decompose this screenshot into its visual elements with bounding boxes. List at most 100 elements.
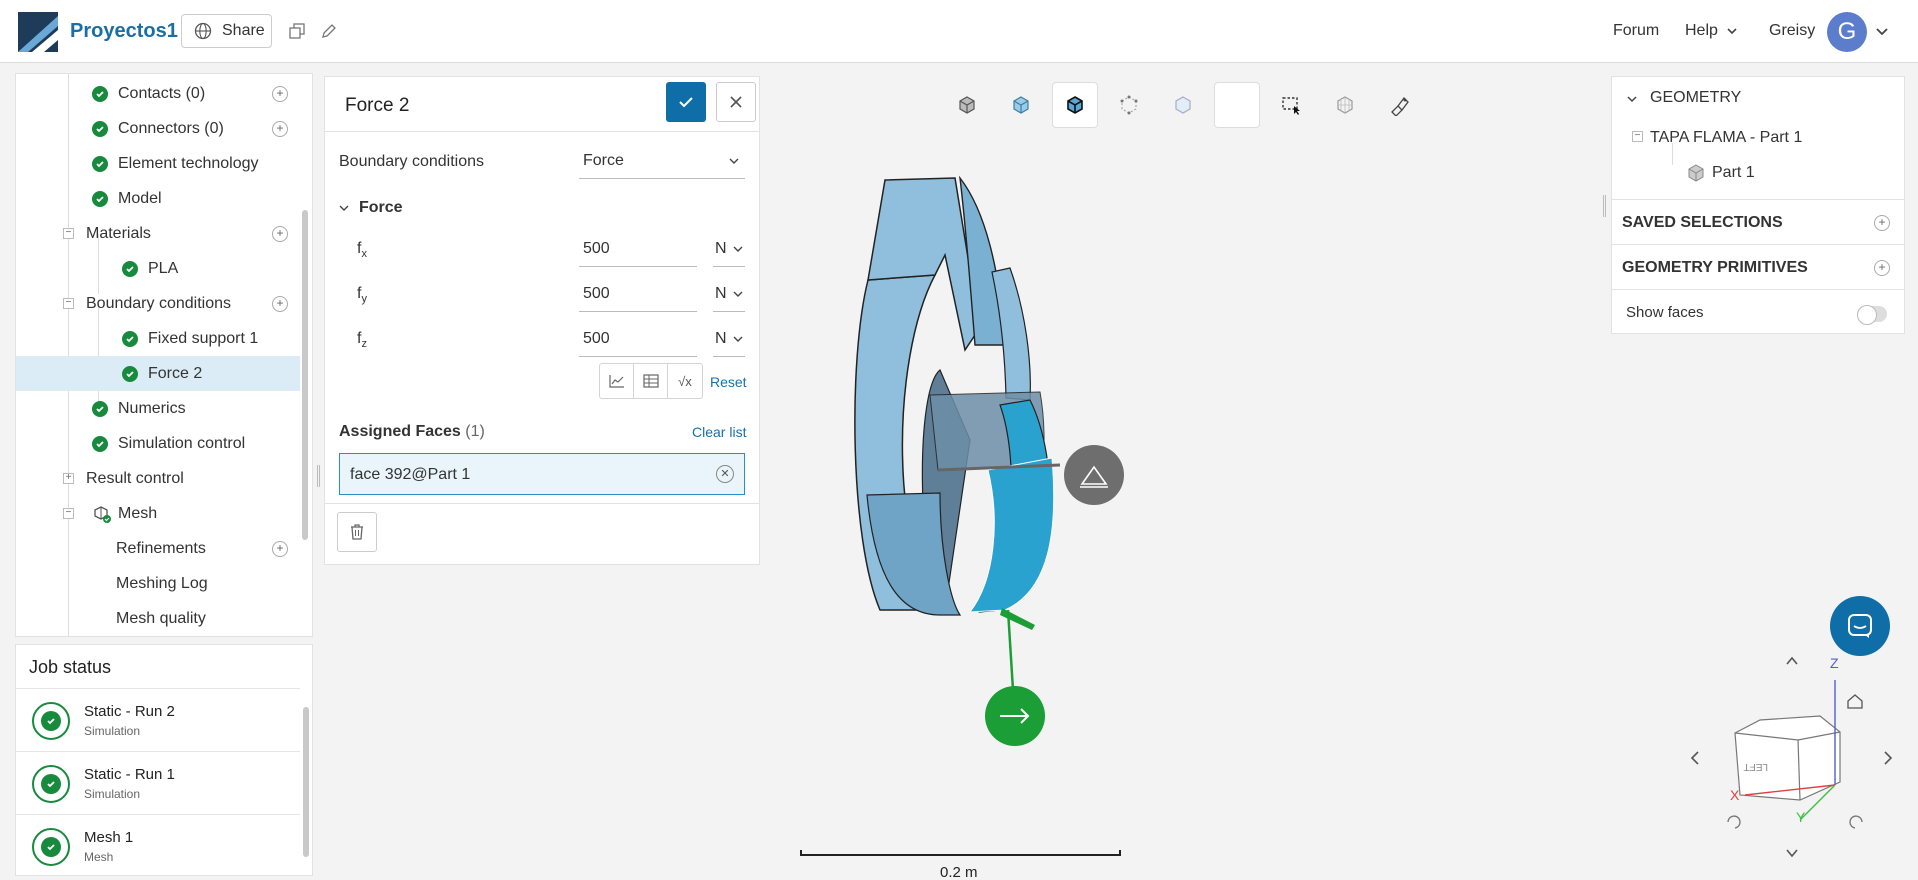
add-connector-button[interactable]: + [272,120,288,137]
shaded-cube-icon [1013,96,1029,114]
model-viewport[interactable] [820,160,1140,760]
geometry-primitives-title[interactable]: GEOMETRY PRIMITIVES [1622,259,1808,277]
job-row[interactable]: Mesh 1 Mesh [16,814,300,877]
render-mode-button[interactable] [998,82,1044,128]
bc-type-select[interactable]: Force [579,143,745,179]
check-icon [122,330,138,347]
job-row[interactable]: Static - Run 2 Simulation [16,688,300,751]
box-select-button[interactable] [1268,82,1314,128]
fz-unit-select[interactable]: N [713,321,745,357]
collapse-toggle[interactable]: − [1632,131,1643,142]
delete-button[interactable] [337,512,377,552]
tree-item-fixed-support[interactable]: Fixed support 1 [16,321,300,356]
divider [325,503,759,504]
graph-mode-button[interactable] [600,364,634,398]
mesh-cube-icon [1337,96,1353,114]
tree-item-meshing-log[interactable]: Meshing Log [16,566,300,601]
add-boundary-condition-button[interactable]: + [272,295,288,312]
fx-unit-select[interactable]: N [713,231,745,267]
panel-resize-handle[interactable] [317,465,320,487]
job-scrollbar[interactable] [303,707,309,857]
tree-item-simulation-control[interactable]: Simulation control [16,426,300,461]
tree-item-mesh[interactable]: − Mesh [16,496,300,531]
tree-item-materials[interactable]: − Materials + [16,216,300,251]
duplicate-icon[interactable] [288,22,306,40]
add-material-button[interactable]: + [272,225,288,242]
panel-resize-handle[interactable] [1603,195,1606,217]
tree-item-mesh-quality[interactable]: Mesh quality [16,601,300,636]
tree-item-label: Materials [86,224,151,242]
share-button[interactable]: Share [181,14,272,48]
transparent-mode-button[interactable] [1160,82,1206,128]
unit-value: N [715,285,727,302]
assigned-face-item[interactable]: face 392@Part 1 ✕ [339,453,745,495]
close-button[interactable] [716,82,756,122]
add-refinement-button[interactable]: + [272,540,288,557]
tree-item-label: Fixed support 1 [148,329,259,347]
rotate-up-icon [1786,656,1798,665]
tree-item-refinements[interactable]: Refinements + [16,531,300,566]
fy-input[interactable]: 500 [579,276,697,312]
fz-input[interactable]: 500 [579,321,697,357]
tree-item-element-technology[interactable]: Element technology [16,146,300,181]
chevron-down-icon[interactable] [1626,93,1638,105]
add-contact-button[interactable]: + [272,85,288,102]
table-mode-button[interactable] [634,364,668,398]
collapse-toggle[interactable]: − [63,298,74,309]
tree-item-model[interactable]: Model [16,181,300,216]
show-faces-toggle[interactable] [1857,305,1887,325]
edit-pencil-icon[interactable] [320,22,338,40]
globe-icon [194,22,212,40]
check-icon [92,435,108,452]
blank-tool-button[interactable] [1214,82,1260,128]
chevron-down-icon [733,336,743,342]
user-menu-chevron-icon[interactable] [1875,26,1889,38]
remove-face-button[interactable]: ✕ [716,465,734,483]
support-chat-button[interactable] [1830,596,1890,656]
tree-item-contacts[interactable]: Contacts (0) + [16,76,300,111]
check-icon [92,190,108,207]
fy-unit-select[interactable]: N [713,276,745,312]
part-cube-icon [1688,164,1704,182]
tree-item-force[interactable]: Force 2 [16,356,300,391]
app-logo[interactable] [18,12,58,52]
collapse-toggle[interactable]: − [63,228,74,239]
clear-list-link[interactable]: Clear list [692,424,746,440]
view-cube-navigator[interactable]: LEFT Z X Y [1680,650,1900,875]
tree-scrollbar[interactable] [302,210,308,540]
tree-item-result-control[interactable]: + Result control [16,461,300,496]
collapse-toggle[interactable]: − [63,508,74,519]
mesh-view-button[interactable] [1322,82,1368,128]
selected-face [968,457,1055,613]
view-mode-button[interactable] [944,82,990,128]
confirm-button[interactable] [666,82,706,122]
subpart-name[interactable]: Part 1 [1712,164,1755,182]
chat-icon [1848,614,1872,638]
force-section-toggle[interactable]: Force [339,199,403,217]
expand-toggle[interactable]: + [63,473,74,484]
forum-link[interactable]: Forum [1613,22,1659,40]
fx-input[interactable]: 500 [579,231,697,267]
user-name[interactable]: Greisy [1769,22,1815,40]
saved-selections-title[interactable]: SAVED SELECTIONS [1622,214,1783,232]
transparent-cube-icon [1175,96,1191,114]
add-geometry-primitive-button[interactable]: + [1874,260,1890,276]
edges-mode-button[interactable] [1052,82,1098,128]
tree-item-pla[interactable]: PLA [16,251,300,286]
avatar[interactable]: G [1827,12,1867,52]
fx-label: fx [357,240,367,261]
tree-item-boundary-conditions[interactable]: − Boundary conditions + [16,286,300,321]
points-mode-button[interactable] [1106,82,1152,128]
add-saved-selection-button[interactable]: + [1874,215,1890,231]
formula-mode-button[interactable]: √x [668,364,702,398]
tree-item-connectors[interactable]: Connectors (0) + [16,111,300,146]
job-type: Mesh [84,850,114,864]
help-menu[interactable]: Help [1685,22,1738,40]
section-cut-button[interactable] [1376,82,1422,128]
reset-link[interactable]: Reset [710,374,747,390]
job-row[interactable]: Static - Run 1 Simulation [16,751,300,814]
tree-item-label: Element technology [118,154,259,172]
tree-item-numerics[interactable]: Numerics [16,391,300,426]
project-name[interactable]: Proyectos1 [70,20,178,43]
tree-item-label: Mesh quality [116,609,206,627]
